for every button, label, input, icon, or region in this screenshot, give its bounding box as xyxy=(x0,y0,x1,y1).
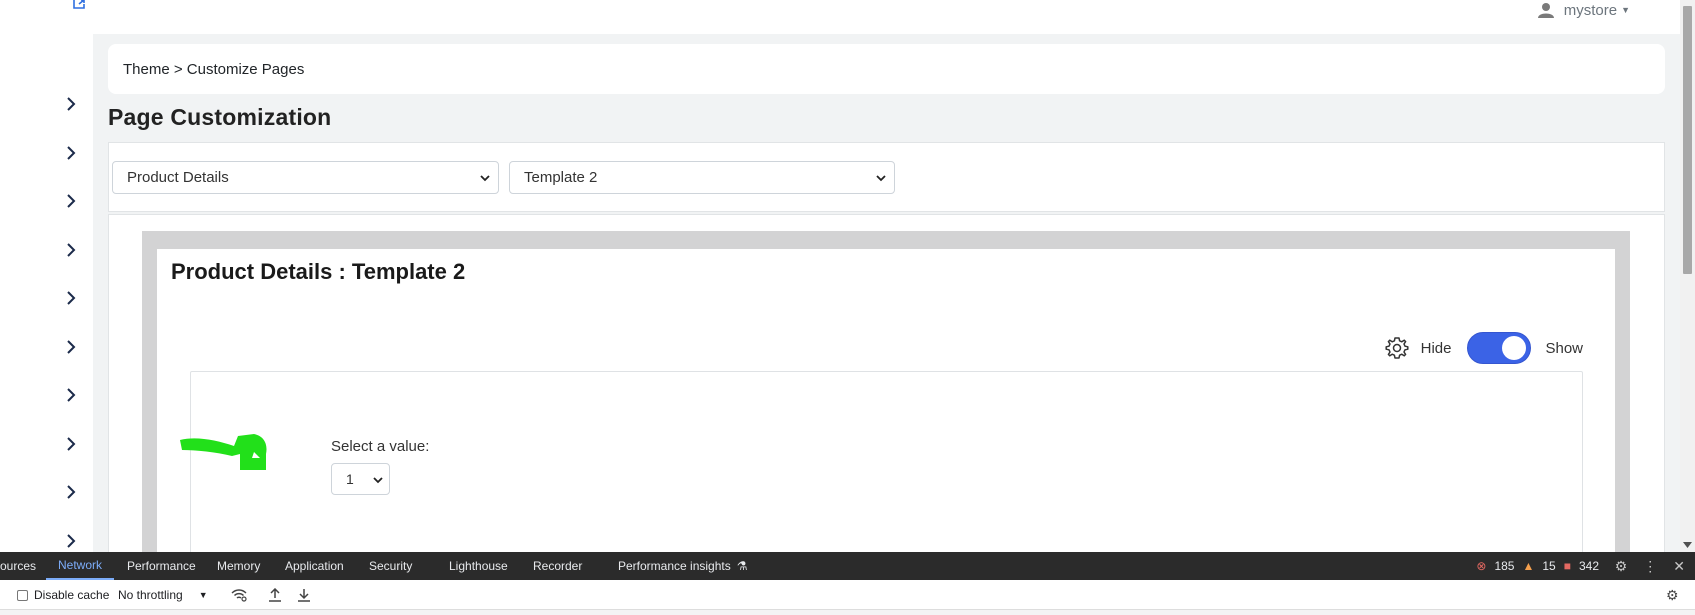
throttling-value: No throttling xyxy=(118,588,183,602)
sidebar xyxy=(0,34,93,552)
disable-cache-label: Disable cache xyxy=(34,588,110,602)
devtools-window-controls: ⚙ ⋮ ✕ xyxy=(1615,552,1685,580)
warning-icon: ▲ xyxy=(1522,559,1535,573)
caret-down-icon: ▼ xyxy=(198,590,208,600)
visibility-toggle-row: Hide Show xyxy=(1385,332,1583,364)
tab-security[interactable]: Security xyxy=(369,552,412,580)
close-icon[interactable]: ✕ xyxy=(1673,558,1685,575)
template-select-value: Template 2 xyxy=(524,169,598,186)
network-settings-gear-icon[interactable]: ⚙ xyxy=(1666,580,1679,610)
page-title: Page Customization xyxy=(108,104,332,130)
warning-count: 15 xyxy=(1542,559,1556,573)
chevron-right-icon[interactable] xyxy=(64,437,78,451)
error-icon: ⊗ xyxy=(1476,559,1487,573)
preview-title: Product Details : Template 2 xyxy=(171,259,466,284)
page-select-value: Product Details xyxy=(127,169,229,186)
page-scrollbar[interactable] xyxy=(1680,0,1695,552)
chevron-down-icon xyxy=(876,175,886,182)
tab-network[interactable]: Network xyxy=(46,552,115,580)
chevron-right-icon[interactable] xyxy=(64,194,78,208)
selector-card: Product Details Template 2 xyxy=(108,142,1665,212)
tab-sources[interactable]: ources xyxy=(0,552,36,580)
devtools-tab-bar: ources Network Performance Memory Applic… xyxy=(0,552,1695,580)
preview-frame: Product Details : Template 2 Hide Show S… xyxy=(142,231,1630,552)
throttling-select[interactable]: No throttling ▼ xyxy=(118,580,208,610)
chevron-right-icon[interactable] xyxy=(64,243,78,257)
tab-performance-insights[interactable]: Performance insights ⚗ xyxy=(618,552,747,580)
chevron-right-icon[interactable] xyxy=(64,340,78,354)
disable-cache-checkbox[interactable]: Disable cache xyxy=(17,580,109,610)
gear-icon[interactable] xyxy=(1385,336,1409,360)
flask-icon: ⚗ xyxy=(736,559,748,573)
external-link-icon[interactable] xyxy=(72,0,86,10)
tab-recorder[interactable]: Recorder xyxy=(533,552,582,580)
chevron-right-icon[interactable] xyxy=(64,146,78,160)
select-value-label: Select a value: xyxy=(331,438,430,455)
issues-icon: ■ xyxy=(1563,559,1571,573)
download-icon[interactable] xyxy=(297,580,311,610)
scrollbar-thumb[interactable] xyxy=(1683,6,1692,274)
section-content-box: Select a value: 1 xyxy=(190,371,1583,552)
issues-count: 342 xyxy=(1578,559,1599,573)
chevron-right-icon[interactable] xyxy=(64,534,78,548)
tab-lighthouse[interactable]: Lighthouse xyxy=(449,552,508,580)
top-bar: mystore ▼ xyxy=(0,0,1680,34)
tab-memory[interactable]: Memory xyxy=(217,552,260,580)
settings-gear-icon[interactable]: ⚙ xyxy=(1615,558,1628,575)
chevron-right-icon[interactable] xyxy=(64,97,78,111)
value-select[interactable]: 1 xyxy=(331,463,390,495)
devtools-filter-strip xyxy=(0,610,1695,615)
checkbox-box[interactable] xyxy=(17,589,28,601)
hide-label: Hide xyxy=(1420,339,1452,357)
performance-insights-label: Performance insights xyxy=(618,559,731,573)
network-conditions-icon[interactable] xyxy=(231,580,247,610)
more-options-icon[interactable]: ⋮ xyxy=(1643,558,1657,575)
breadcrumb-text: Theme > Customize Pages xyxy=(123,60,305,78)
chevron-right-icon[interactable] xyxy=(64,485,78,499)
upload-icon[interactable] xyxy=(268,580,282,610)
tab-performance[interactable]: Performance xyxy=(127,552,196,580)
devtools-panel: ources Network Performance Memory Applic… xyxy=(0,552,1695,615)
chevron-down-icon xyxy=(373,477,383,484)
user-menu[interactable]: mystore ▼ xyxy=(1537,0,1630,20)
green-annotation-mark xyxy=(180,434,267,470)
user-icon xyxy=(1537,3,1554,18)
chevron-right-icon[interactable] xyxy=(64,388,78,402)
app-root: mystore ▼ Theme > Customize Pages Page C… xyxy=(0,0,1695,615)
preview-card: Product Details : Template 2 Hide Show S… xyxy=(108,214,1665,552)
user-name: mystore xyxy=(1563,1,1618,19)
value-select-current: 1 xyxy=(346,471,354,487)
caret-down-icon: ▼ xyxy=(1621,5,1630,15)
main-content: Theme > Customize Pages Page Customizati… xyxy=(93,34,1680,552)
scroll-down-arrow-icon[interactable] xyxy=(1683,541,1692,549)
tab-application[interactable]: Application xyxy=(285,552,344,580)
chevron-down-icon xyxy=(480,175,490,182)
preview-panel: Product Details : Template 2 Hide Show S… xyxy=(157,249,1615,552)
toggle-knob xyxy=(1502,336,1527,360)
show-label: Show xyxy=(1545,339,1583,357)
page-select[interactable]: Product Details xyxy=(112,161,499,194)
error-count: 185 xyxy=(1494,559,1515,573)
show-hide-toggle[interactable] xyxy=(1467,332,1532,364)
devtools-status-counts[interactable]: ⊗ 185 ▲ 15 ■ 342 xyxy=(1476,552,1599,580)
template-select[interactable]: Template 2 xyxy=(509,161,895,194)
chevron-right-icon[interactable] xyxy=(64,291,78,305)
devtools-network-toolbar: Disable cache No throttling ▼ ⚙ xyxy=(0,580,1695,610)
breadcrumb: Theme > Customize Pages xyxy=(108,44,1665,94)
